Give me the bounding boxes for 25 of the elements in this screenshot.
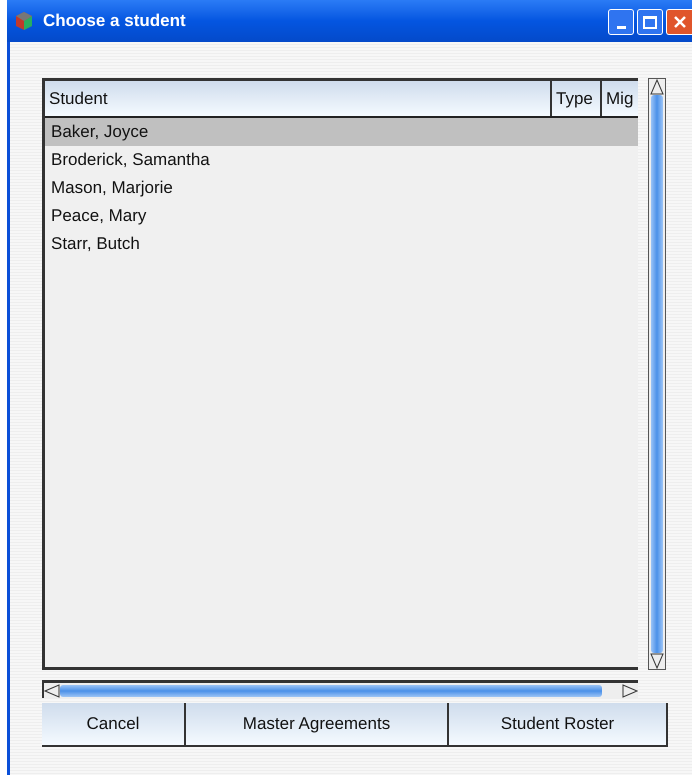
scroll-thumb[interactable] — [651, 95, 663, 653]
vertical-scrollbar[interactable] — [648, 78, 666, 670]
cube-icon — [15, 11, 33, 31]
up-arrow-icon[interactable] — [650, 79, 664, 95]
table-row[interactable]: Baker, Joyce — [45, 118, 638, 146]
table-row[interactable]: Peace, Mary — [45, 202, 638, 230]
dialog-button[interactable]: Student Roster — [449, 703, 668, 747]
right-arrow-icon[interactable] — [622, 684, 638, 698]
dialog-button[interactable]: Cancel — [42, 703, 186, 747]
table-row[interactable]: Starr, Butch — [45, 230, 638, 258]
close-icon — [672, 15, 686, 29]
dialog-button[interactable]: Master Agreements — [186, 703, 449, 747]
down-arrow-icon[interactable] — [650, 653, 664, 669]
table-row[interactable]: Broderick, Samantha — [45, 146, 638, 174]
window-title: Choose a student — [43, 10, 186, 32]
table-row[interactable]: Mason, Marjorie — [45, 174, 638, 202]
column-header[interactable]: Mig — [602, 81, 638, 116]
column-header[interactable]: Type — [552, 81, 602, 116]
left-arrow-icon[interactable] — [44, 684, 60, 698]
column-header[interactable]: Student — [45, 81, 552, 116]
close-button[interactable] — [666, 9, 692, 35]
horizontal-scrollbar[interactable] — [42, 680, 638, 698]
minimize-button[interactable] — [608, 9, 634, 35]
scroll-thumb[interactable] — [60, 684, 602, 696]
maximize-button[interactable] — [637, 9, 663, 35]
